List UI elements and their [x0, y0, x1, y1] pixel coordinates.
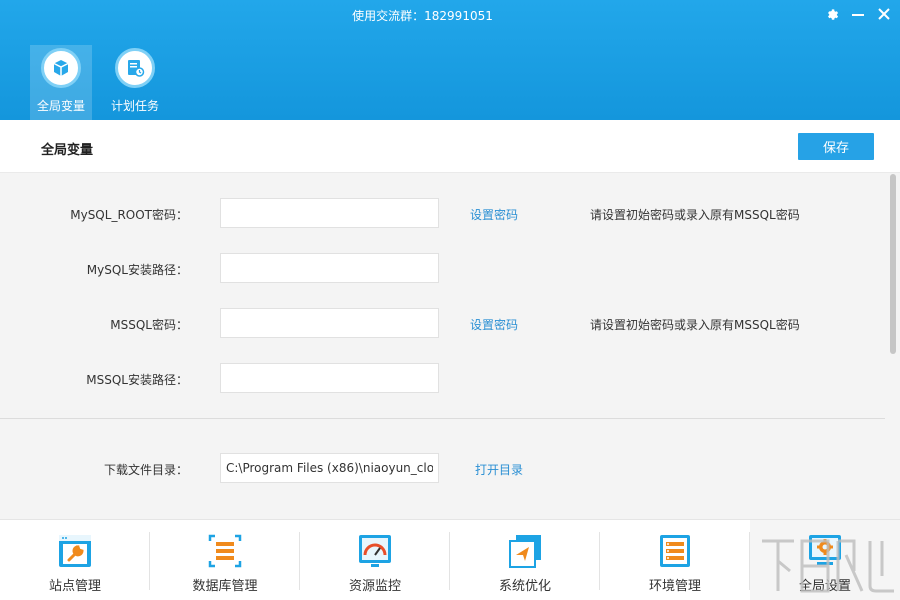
- mssql-password-input[interactable]: [220, 308, 439, 338]
- tab-global-variables[interactable]: 全局变量: [30, 45, 92, 120]
- divider: [0, 418, 885, 419]
- hint-text: 请设置初始密码或录入原有MSSQL密码: [590, 208, 800, 222]
- nav-system-optimization[interactable]: 系统优化: [450, 520, 600, 600]
- field-label: MSSQL密码：: [110, 318, 188, 332]
- tab-label: 计划任务: [110, 99, 159, 113]
- tab-scheduled-tasks[interactable]: 计划任务: [104, 45, 166, 120]
- mysql-root-password-input[interactable]: [220, 198, 439, 228]
- nav-label: 数据库管理: [192, 579, 258, 594]
- field-label: MySQL安装路径：: [86, 263, 188, 277]
- save-button[interactable]: 保存: [798, 133, 874, 160]
- field-label: 下载文件目录：: [103, 463, 188, 477]
- window-title: 使用交流群：182991051: [352, 9, 493, 23]
- set-password-link[interactable]: 设置密码: [470, 316, 518, 333]
- title-bar: 使用交流群：182991051 全局变量 计划任务: [0, 0, 900, 120]
- mysql-path-row: MySQL安装路径：: [0, 253, 880, 283]
- field-label: MySQL_ROOT密码：: [70, 208, 188, 222]
- watermark-logo-icon: [762, 539, 894, 593]
- mysql-root-password-row: MySQL_ROOT密码： 设置密码 请设置初始密码或录入原有MSSQL密码: [0, 198, 880, 228]
- nav-environment-management[interactable]: 环境管理: [600, 520, 750, 600]
- mssql-password-row: MSSQL密码： 设置密码 请设置初始密码或录入原有MSSQL密码: [0, 308, 880, 338]
- navigation-icon: [507, 533, 543, 569]
- nav-label: 环境管理: [648, 579, 701, 594]
- server-icon: [657, 533, 693, 569]
- set-password-link[interactable]: 设置密码: [470, 206, 518, 223]
- schedule-icon: [115, 48, 155, 88]
- section-header: 全局变量: [0, 120, 900, 173]
- cube-icon: [41, 48, 81, 88]
- nav-label: 站点管理: [48, 579, 101, 594]
- gauge-icon: [357, 533, 393, 569]
- minimize-icon[interactable]: [848, 4, 868, 24]
- download-dir-input[interactable]: [220, 453, 439, 483]
- settings-form: MySQL_ROOT密码： 设置密码 请设置初始密码或录入原有MSSQL密码 M…: [0, 173, 900, 519]
- database-icon: [207, 533, 243, 569]
- page-title: 全局变量: [41, 143, 94, 158]
- window-controls: [822, 4, 894, 24]
- mysql-path-input[interactable]: [220, 253, 439, 283]
- nav-resource-monitoring[interactable]: 资源监控: [300, 520, 450, 600]
- mssql-path-input[interactable]: [220, 363, 439, 393]
- download-dir-row: 下载文件目录： 打开目录: [0, 453, 880, 483]
- close-icon[interactable]: [874, 4, 894, 24]
- scrollbar-thumb[interactable]: [890, 174, 896, 354]
- nav-label: 资源监控: [348, 579, 401, 594]
- tab-label: 全局变量: [36, 99, 85, 113]
- field-label: MSSQL安装路径：: [86, 373, 188, 387]
- nav-site-management[interactable]: 站点管理: [0, 520, 150, 600]
- hint-text: 请设置初始密码或录入原有MSSQL密码: [590, 318, 800, 332]
- open-directory-link[interactable]: 打开目录: [475, 461, 523, 478]
- wrench-icon: [57, 533, 93, 569]
- nav-label: 系统优化: [498, 579, 551, 594]
- mssql-path-row: MSSQL安装路径：: [0, 363, 880, 393]
- nav-database-management[interactable]: 数据库管理: [150, 520, 300, 600]
- settings-gear-icon[interactable]: [822, 4, 842, 24]
